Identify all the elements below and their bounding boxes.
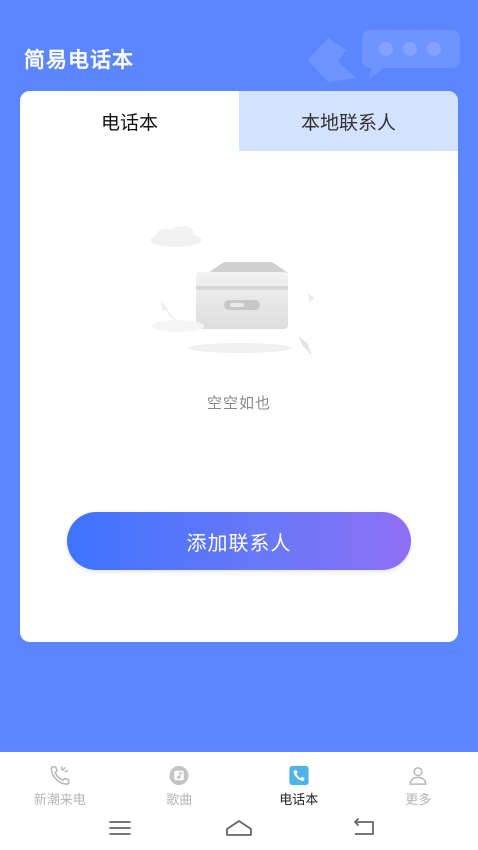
menu-icon[interactable] (105, 816, 135, 840)
tab-local-contacts[interactable]: 本地联系人 (239, 91, 458, 151)
tab-phone-book[interactable]: 电话本 (20, 91, 239, 151)
nav-label: 新潮来电 (33, 793, 86, 808)
empty-box-illustration (150, 226, 314, 356)
bottom-nav: 新潮来电 歌曲 电话本 更多 (0, 752, 478, 808)
system-nav-bar (0, 808, 478, 850)
tab-bar: 电话本 本地联系人 (20, 91, 458, 151)
app-title: 简易电话本 (24, 48, 134, 72)
person-icon (409, 767, 427, 785)
add-contact-button[interactable]: 添加联系人 (67, 512, 411, 570)
nav-item-more[interactable]: 更多 (359, 752, 478, 808)
nav-item-songs[interactable]: 歌曲 (120, 752, 240, 808)
contacts-card: 电话本 本地联系人 空空如也 添加联系人 (20, 91, 458, 642)
nav-item-phone-book[interactable]: 电话本 (239, 752, 359, 808)
phone-ring-icon (50, 766, 70, 785)
empty-state-text: 空空如也 (206, 394, 271, 412)
nav-item-trendy-ringtones[interactable]: 新潮来电 (0, 752, 120, 808)
music-icon (169, 765, 189, 786)
header-decoration-icon (308, 30, 460, 82)
nav-label: 歌曲 (166, 793, 193, 808)
phone-book-icon (289, 765, 309, 786)
home-icon[interactable] (224, 816, 254, 840)
back-icon[interactable] (349, 816, 379, 840)
nav-label: 电话本 (279, 793, 319, 808)
nav-label: 更多 (405, 793, 432, 808)
